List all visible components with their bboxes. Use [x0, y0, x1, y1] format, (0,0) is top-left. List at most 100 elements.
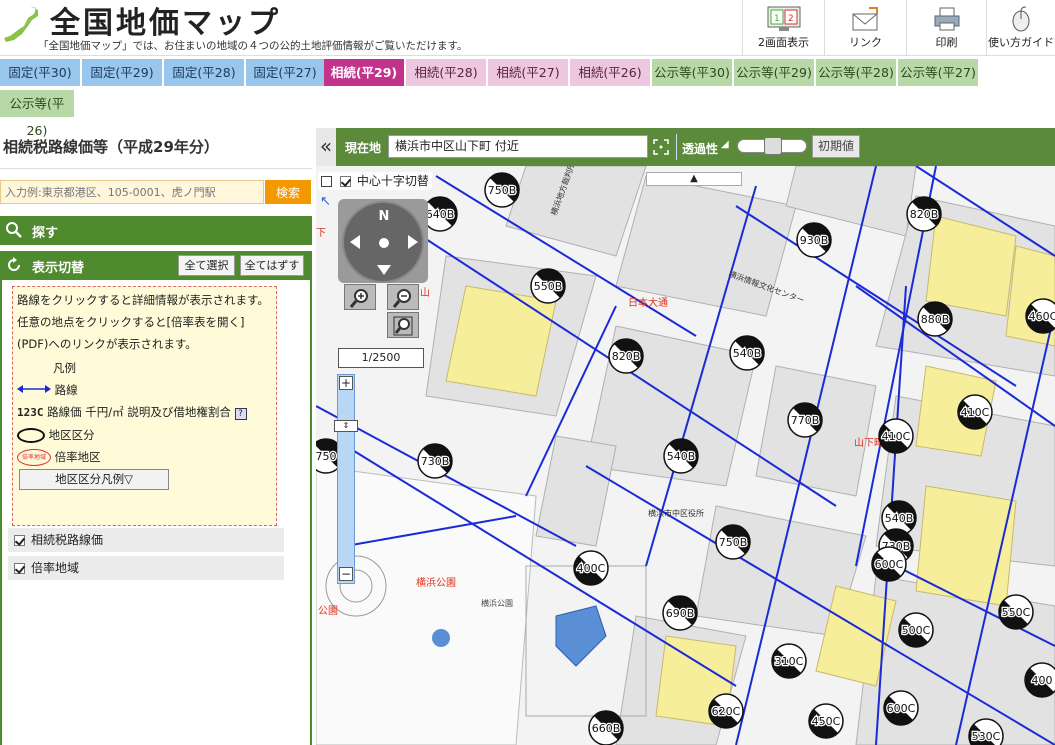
- layer-switch-icon[interactable]: [321, 176, 332, 187]
- zoom-slider-plus[interactable]: +: [339, 376, 353, 390]
- zoom-slider-minus[interactable]: −: [339, 567, 353, 581]
- price-marker[interactable]: 410C: [957, 394, 993, 430]
- price-marker[interactable]: 820B: [906, 196, 942, 232]
- price-marker-label: 620C: [712, 705, 741, 718]
- help-icon[interactable]: ?: [234, 408, 247, 420]
- tab-public-h26[interactable]: 公示等(平26): [0, 90, 74, 138]
- pan-right-arrow-icon[interactable]: [408, 235, 418, 249]
- tab-inherit-h26[interactable]: 相続(平26): [570, 59, 650, 86]
- tab-public-h28[interactable]: 公示等(平28): [816, 59, 896, 86]
- fullscreen-icon[interactable]: [653, 139, 669, 155]
- price-marker[interactable]: 770B: [787, 402, 823, 438]
- price-marker[interactable]: 600C: [883, 690, 919, 726]
- price-marker-label: 460C: [1029, 310, 1055, 323]
- price-marker[interactable]: 930B: [796, 222, 832, 258]
- price-marker[interactable]: 410C: [878, 418, 914, 454]
- price-marker[interactable]: 540B: [729, 335, 765, 371]
- crosshair-toggle[interactable]: 中心十字切替: [318, 172, 432, 190]
- legend-ratio-label: 倍率地区: [54, 450, 101, 464]
- price-marker-label: 310C: [775, 655, 804, 668]
- envelope-icon: [852, 7, 878, 31]
- ratio-checkbox[interactable]: [14, 563, 25, 574]
- tab-inherit-h28[interactable]: 相続(平28): [406, 59, 486, 86]
- price-marker[interactable]: 540B: [663, 438, 699, 474]
- price-marker-label: 540B: [667, 450, 696, 463]
- expand-corner-icon[interactable]: ↖: [320, 194, 334, 209]
- price-marker[interactable]: 750B: [715, 524, 751, 560]
- tab-fixed-h28[interactable]: 固定(平28): [164, 59, 244, 86]
- transparency-slider-handle[interactable]: [764, 137, 782, 155]
- map-pan-up-handle[interactable]: ▲: [646, 172, 742, 186]
- crosshair-checkbox[interactable]: [339, 176, 351, 187]
- route-price-checkbox[interactable]: [14, 535, 25, 546]
- map-canvas[interactable]: 日本大通 山下町 横浜公園 横浜公園 公園 下 山 横浜市中区役所 横浜情報文化…: [316, 166, 1055, 745]
- tab-public-h27[interactable]: 公示等(平27): [898, 59, 978, 86]
- district-legend-button[interactable]: 地区区分凡例▽: [19, 469, 169, 490]
- price-marker[interactable]: 400C: [573, 550, 609, 586]
- place-label: 山: [420, 287, 430, 299]
- price-marker[interactable]: 880B: [917, 301, 953, 337]
- price-marker-label: 550B: [534, 280, 563, 293]
- tab-inherit-h27[interactable]: 相続(平27): [488, 59, 568, 86]
- tab-fixed-h30[interactable]: 固定(平30): [0, 59, 80, 86]
- price-marker[interactable]: 450C: [808, 703, 844, 739]
- tab-public-h29[interactable]: 公示等(平29): [734, 59, 814, 86]
- tab-inherit-h29[interactable]: 相続(平29): [324, 59, 404, 86]
- price-marker[interactable]: 500C: [898, 612, 934, 648]
- place-label: 横浜公園: [481, 598, 513, 608]
- zoom-box-button[interactable]: [387, 312, 419, 338]
- legend-district-label: 地区区分: [48, 428, 95, 442]
- compass-center[interactable]: [379, 238, 389, 248]
- legend-instruction-1: 路線をクリックすると詳細情報が表示されます。: [17, 293, 269, 307]
- collapse-panel-button[interactable]: «: [316, 128, 336, 166]
- deselect-all-button[interactable]: 全てはずす: [240, 255, 304, 276]
- layer-row-route-price[interactable]: 相続税路線価: [8, 528, 284, 552]
- zoom-in-button[interactable]: [344, 284, 376, 310]
- compass-dial[interactable]: N: [342, 201, 424, 283]
- price-marker[interactable]: 530C: [968, 718, 1004, 745]
- find-section-header[interactable]: 探す: [0, 216, 312, 245]
- price-marker[interactable]: 750B: [484, 172, 520, 208]
- search-input[interactable]: [0, 180, 264, 204]
- crosshair-label: 中心十字切替: [356, 174, 429, 188]
- price-marker[interactable]: 640B: [422, 196, 458, 232]
- price-marker[interactable]: 600C: [871, 546, 907, 582]
- layer-row-ratio[interactable]: 倍率地域: [8, 556, 284, 580]
- price-marker[interactable]: 730B: [417, 443, 453, 479]
- guide-button[interactable]: 使い方ガイド: [986, 0, 1055, 55]
- print-button[interactable]: 印刷: [906, 0, 986, 55]
- link-button[interactable]: リンク: [824, 0, 906, 55]
- printer-icon: [934, 7, 959, 31]
- price-marker[interactable]: 550B: [530, 268, 566, 304]
- zoom-out-button[interactable]: [387, 284, 419, 310]
- location-field[interactable]: 横浜市中区山下町 付近: [388, 135, 648, 158]
- pan-down-arrow-icon[interactable]: [377, 265, 391, 275]
- price-marker[interactable]: 310C: [771, 643, 807, 679]
- price-marker[interactable]: 820B: [608, 338, 644, 374]
- price-marker[interactable]: 660B: [588, 710, 624, 745]
- search-button[interactable]: 検索: [265, 180, 311, 204]
- tab-fixed-h29[interactable]: 固定(平29): [82, 59, 162, 86]
- price-marker[interactable]: 690B: [662, 595, 698, 631]
- price-marker-label: 820B: [910, 208, 939, 221]
- tab-public-h30[interactable]: 公示等(平30): [652, 59, 732, 86]
- legend-ratio-sample: 倍率地域: [17, 449, 51, 466]
- price-marker[interactable]: 460C: [1025, 298, 1055, 334]
- zoom-slider-track[interactable]: + ⇕ −: [334, 374, 358, 584]
- dual-screen-button[interactable]: 12 2画面表示: [742, 0, 824, 55]
- price-marker[interactable]: 400: [1024, 662, 1055, 698]
- price-marker[interactable]: 550C: [998, 594, 1034, 630]
- legend-route-row: 路線: [17, 379, 272, 401]
- price-marker-label: 410C: [961, 406, 990, 419]
- map-toolbar: « 現在地 横浜市中区山下町 付近 透過性 ◢ 初期値: [316, 128, 1055, 166]
- zoom-slider-handle[interactable]: ⇕: [334, 420, 358, 432]
- ellipse-icon: [17, 428, 45, 443]
- tab-fixed-h27[interactable]: 固定(平27): [246, 59, 324, 86]
- transparency-slider-track[interactable]: [737, 137, 807, 155]
- location-label: 現在地: [345, 141, 382, 155]
- toggle-label: 表示切替: [32, 261, 85, 276]
- reset-button[interactable]: 初期値: [812, 135, 860, 158]
- pan-left-arrow-icon[interactable]: [350, 235, 360, 249]
- select-all-button[interactable]: 全て選択: [178, 255, 235, 276]
- price-marker[interactable]: 620C: [708, 693, 744, 729]
